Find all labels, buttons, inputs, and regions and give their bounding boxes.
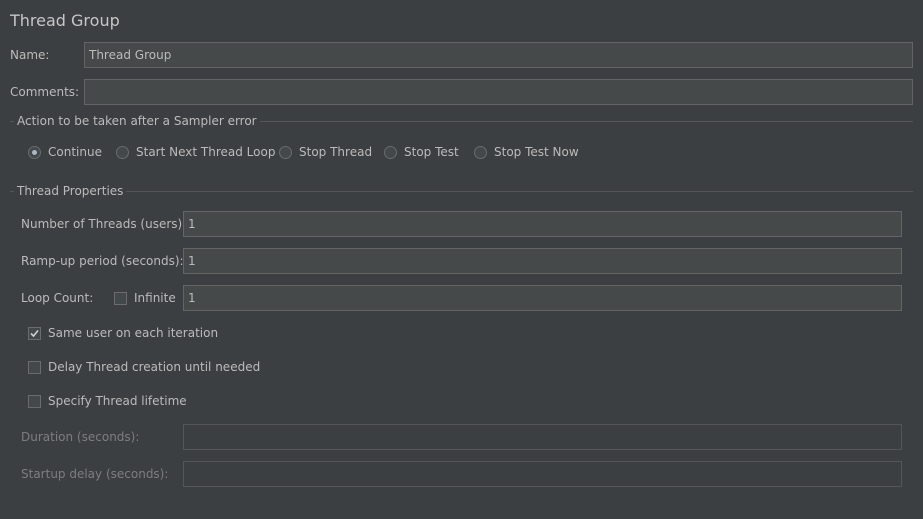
specify-lifetime-checkbox-box[interactable] [28, 394, 41, 408]
delay-creation-label: Delay Thread creation until needed [48, 360, 261, 374]
radio-stop-thread-label: Stop Thread [299, 145, 373, 159]
specify-lifetime-label: Specify Thread lifetime [48, 394, 187, 408]
thread-properties-title: Thread Properties [14, 184, 127, 198]
infinite-checkbox[interactable]: Infinite [114, 291, 176, 305]
infinite-checkbox-box[interactable] [114, 291, 127, 305]
name-input[interactable]: Thread Group [84, 42, 913, 68]
panel-title: Thread Group [10, 11, 120, 30]
radio-start-next-thread-loop-indicator[interactable] [116, 145, 129, 159]
comments-label: Comments: [10, 85, 80, 99]
radio-stop-test-now[interactable]: Stop Test Now [474, 145, 579, 159]
checkmark-icon [30, 329, 39, 337]
ramp-up-label: Ramp-up period (seconds): [21, 254, 184, 268]
delay-creation-checkbox[interactable]: Delay Thread creation until needed [28, 360, 260, 374]
num-threads-input[interactable]: 1 [183, 211, 902, 237]
num-threads-label: Number of Threads (users): [21, 217, 187, 231]
startup-delay-input[interactable] [183, 461, 902, 487]
infinite-label: Infinite [134, 291, 176, 305]
same-user-label: Same user on each iteration [48, 326, 219, 340]
radio-continue-indicator[interactable] [28, 145, 41, 159]
duration-label: Duration (seconds): [21, 430, 140, 444]
radio-continue[interactable]: Continue [28, 145, 102, 159]
same-user-checkbox-box[interactable] [28, 326, 41, 340]
radio-stop-test-now-indicator[interactable] [474, 145, 487, 159]
loop-count-input[interactable]: 1 [183, 285, 902, 311]
radio-start-next-thread-loop[interactable]: Start Next Thread Loop [116, 145, 275, 159]
radio-stop-thread-indicator[interactable] [279, 145, 292, 159]
same-user-checkbox[interactable]: Same user on each iteration [28, 326, 218, 340]
radio-start-next-thread-loop-label: Start Next Thread Loop [136, 145, 276, 159]
loop-count-label: Loop Count: [21, 291, 94, 305]
delay-creation-checkbox-box[interactable] [28, 360, 41, 374]
radio-stop-test[interactable]: Stop Test [384, 145, 459, 159]
sampler-error-title: Action to be taken after a Sampler error [14, 114, 260, 128]
radio-stop-test-indicator[interactable] [384, 145, 397, 159]
startup-delay-label: Startup delay (seconds): [21, 467, 169, 481]
radio-stop-thread[interactable]: Stop Thread [279, 145, 372, 159]
name-label: Name: [10, 48, 50, 62]
radio-stop-test-label: Stop Test [404, 145, 459, 159]
radio-stop-test-now-label: Stop Test Now [494, 145, 579, 159]
ramp-up-input[interactable]: 1 [183, 248, 902, 274]
thread-properties-separator [10, 191, 913, 192]
duration-input[interactable] [183, 424, 902, 450]
radio-continue-label: Continue [48, 145, 102, 159]
specify-lifetime-checkbox[interactable]: Specify Thread lifetime [28, 394, 187, 408]
comments-input[interactable] [84, 79, 913, 105]
